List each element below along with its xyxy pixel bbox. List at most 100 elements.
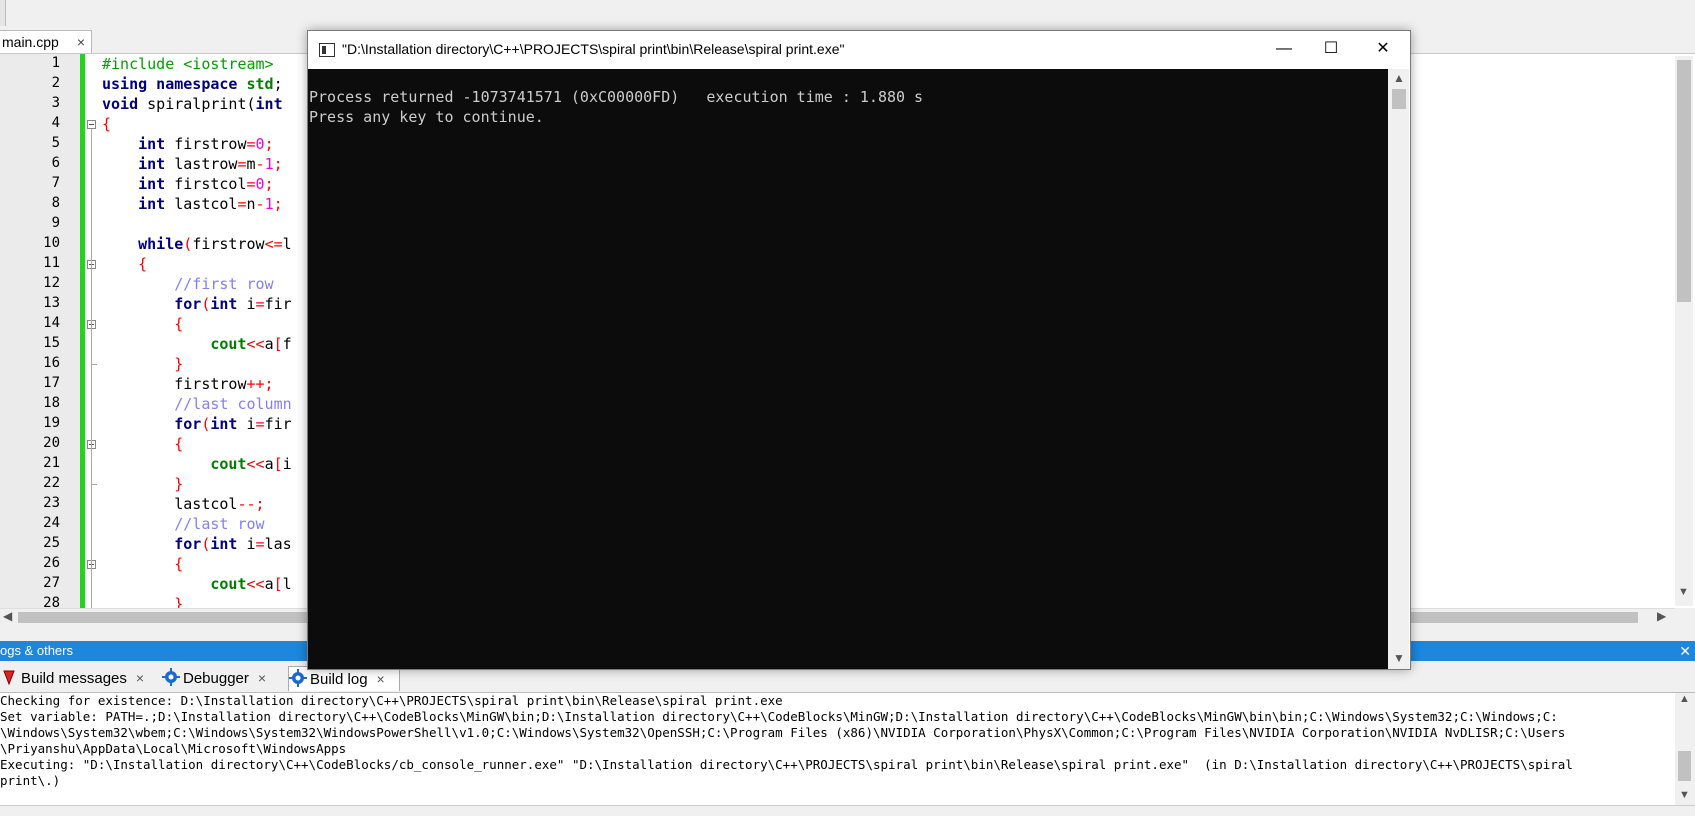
code-line: lastcol--;	[102, 494, 265, 514]
scroll-left-icon[interactable]: ◀	[3, 609, 12, 623]
code-token: for	[174, 295, 202, 313]
code-token: cout	[210, 575, 247, 593]
code-token: int	[138, 135, 166, 153]
close-button[interactable]: ✕	[1360, 31, 1406, 69]
scroll-up-icon[interactable]: ▲	[1393, 71, 1405, 85]
code-token: }	[174, 595, 184, 608]
line-number: 19	[43, 415, 60, 431]
line-number-gutter: 1 2 3 4 5 6 7 8 9 10 11 12 13 14 15 16 17 18 19 20 21 22 23 24 2…	[0, 54, 80, 611]
code-token: ++;	[246, 375, 274, 393]
code-line: {	[102, 114, 111, 134]
code-token: ;	[264, 135, 274, 153]
scroll-down-icon[interactable]: ▼	[1678, 586, 1689, 598]
code-token: --;	[237, 495, 265, 513]
logs-close-icon[interactable]: ✕	[1679, 641, 1691, 661]
build-log-output[interactable]: Checking for existence: D:\Installation …	[0, 693, 1675, 805]
fold-toggle-icon[interactable]	[87, 120, 96, 129]
code-token: {	[174, 555, 184, 573]
code-token: =	[255, 295, 265, 313]
log-vertical-scrollbar[interactable]: ▲ ▼	[1675, 693, 1693, 805]
console-title-bar[interactable]: "D:\Installation directory\C++\PROJECTS\…	[308, 31, 1410, 69]
line-number: 21	[43, 455, 60, 471]
tab-close-icon[interactable]: ×	[136, 670, 144, 686]
logs-panel-title: ogs & others	[0, 643, 73, 658]
top-toolbar-strip	[0, 0, 1695, 27]
code-token: 1	[264, 155, 274, 173]
tab-label: Debugger	[183, 670, 249, 687]
code-token: cout	[210, 455, 247, 473]
tab-main-cpp[interactable]: main.cpp ×	[0, 30, 92, 53]
code-token: using namespace	[102, 75, 247, 93]
code-token: #include <iostream>	[102, 55, 274, 73]
scroll-right-icon[interactable]: ▶	[1657, 609, 1666, 623]
code-token: <=	[264, 235, 283, 253]
console-window[interactable]: "D:\Installation directory\C++\PROJECTS\…	[307, 30, 1411, 670]
code-token: int	[210, 535, 238, 553]
code-token: }	[174, 355, 184, 373]
code-token: las	[264, 535, 292, 553]
code-token: int	[255, 95, 283, 113]
log-line: Checking for existence: D:\Installation …	[0, 693, 783, 708]
code-token: {	[102, 115, 112, 133]
scroll-thumb[interactable]	[1677, 60, 1691, 302]
tab-close-icon[interactable]: ×	[258, 670, 266, 686]
line-number: 16	[43, 355, 60, 371]
console-screen[interactable]: Process returned -1073741571 (0xC00000FD…	[308, 69, 1388, 669]
code-token: fir	[264, 415, 292, 433]
tab-debugger[interactable]: Debugger ×	[162, 666, 284, 691]
code-token: =	[237, 155, 247, 173]
console-vertical-scrollbar[interactable]: ▲ ▼	[1388, 69, 1409, 669]
line-number: 1	[51, 55, 60, 71]
tab-build-messages[interactable]: Build messages ×	[0, 666, 152, 691]
code-token: }	[174, 475, 184, 493]
scroll-thumb[interactable]	[1678, 751, 1691, 781]
code-token: =	[246, 175, 256, 193]
code-token: <<	[246, 455, 265, 473]
scroll-up-icon[interactable]: ▲	[1679, 693, 1690, 705]
minimize-button[interactable]: —	[1261, 31, 1307, 69]
gear-icon	[162, 668, 180, 686]
log-line: Set variable: PATH=.;D:\Installation dir…	[0, 709, 1558, 724]
tab-close-icon[interactable]: ×	[77, 31, 85, 53]
code-token: void	[102, 95, 139, 113]
code-line: int lastrow=m-1;	[102, 154, 283, 174]
code-token: =	[237, 195, 247, 213]
line-number: 9	[51, 215, 60, 231]
line-number: 7	[51, 175, 60, 191]
code-token: for	[174, 415, 202, 433]
code-token: firstrow	[102, 375, 247, 393]
scroll-down-icon[interactable]: ▼	[1679, 789, 1690, 801]
status-bar	[0, 805, 1695, 816]
tab-label: Build log	[310, 671, 368, 688]
scroll-thumb[interactable]	[1392, 89, 1406, 109]
tab-close-icon[interactable]: ×	[377, 671, 385, 687]
code-line: int lastcol=n-1;	[102, 194, 283, 214]
console-output-line: Process returned -1073741571 (0xC00000FD…	[309, 88, 924, 106]
toolbar-dropdown-handle[interactable]	[0, 0, 6, 26]
code-token: {	[138, 255, 148, 273]
line-number: 20	[43, 435, 60, 451]
maximize-button[interactable]: ☐	[1308, 31, 1354, 69]
gear-icon	[289, 669, 307, 687]
log-line: print\.)	[0, 773, 61, 788]
editor-vertical-scrollbar[interactable]: ▼	[1675, 56, 1693, 606]
code-token: [	[273, 575, 283, 593]
code-token: 0	[255, 175, 265, 193]
line-number: 25	[43, 535, 60, 551]
code-token: //first row	[174, 275, 274, 293]
scroll-down-icon[interactable]: ▼	[1393, 651, 1405, 665]
fold-guide	[91, 129, 92, 608]
